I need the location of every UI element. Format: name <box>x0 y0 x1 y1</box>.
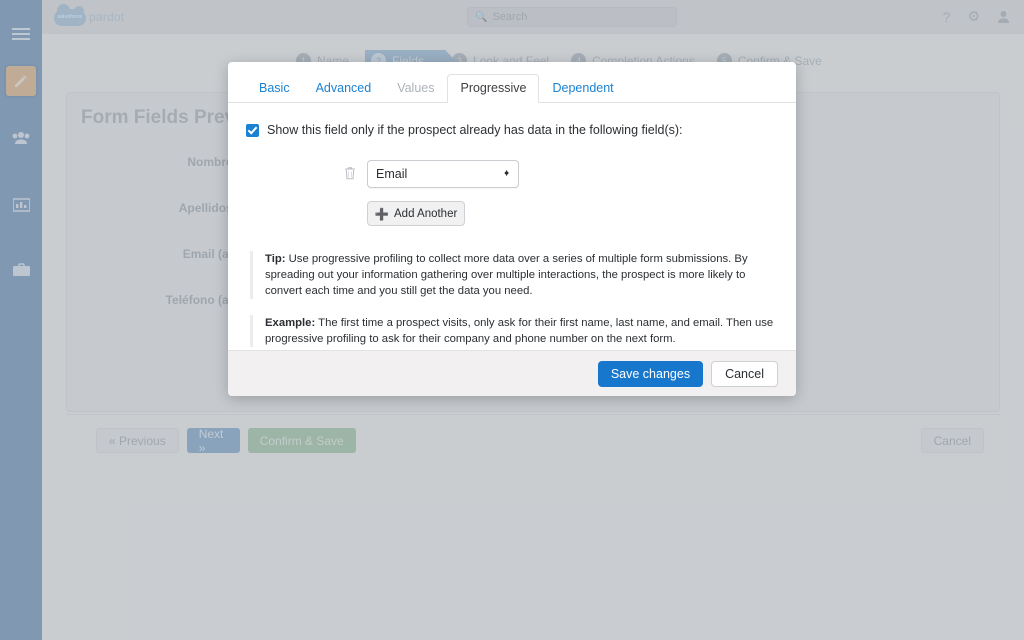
modal-footer: Save changes Cancel <box>228 350 796 396</box>
example-text: The first time a prospect visits, only a… <box>265 317 773 345</box>
example-note: Example: The first time a prospect visit… <box>250 315 778 347</box>
plus-circle-icon: ➕ <box>375 207 389 221</box>
example-title: Example: <box>265 317 315 329</box>
modal-cancel-button[interactable]: Cancel <box>711 361 778 387</box>
select-stepper-icon: ▲▼ <box>503 173 510 175</box>
progressive-field-select-value: Email <box>376 167 407 181</box>
tab-values: Values <box>384 74 447 103</box>
tab-progressive[interactable]: Progressive <box>447 74 539 103</box>
tab-advanced[interactable]: Advanced <box>303 74 385 103</box>
progressive-toggle-row[interactable]: Show this field only if the prospect alr… <box>246 123 778 137</box>
tip-text: Use progressive profiling to collect mor… <box>265 253 748 297</box>
add-another-label: Add Another <box>394 208 457 220</box>
modal-body: Show this field only if the prospect alr… <box>228 103 796 350</box>
delete-icon[interactable] <box>344 166 357 183</box>
field-settings-modal: Basic Advanced Values Progressive Depend… <box>228 62 796 396</box>
add-another-button[interactable]: ➕ Add Another <box>367 201 465 226</box>
save-changes-button[interactable]: Save changes <box>598 361 703 387</box>
tab-basic[interactable]: Basic <box>246 74 303 103</box>
progressive-checkbox[interactable] <box>246 124 259 137</box>
progressive-field-select[interactable]: Email ▲▼ <box>367 160 519 188</box>
progressive-checkbox-label: Show this field only if the prospect alr… <box>267 123 683 137</box>
tip-title: Tip: <box>265 253 286 265</box>
progressive-field-row: Email ▲▼ <box>344 160 778 188</box>
tab-dependent[interactable]: Dependent <box>539 74 626 103</box>
salesforce-wordmark: salesforce <box>58 14 83 20</box>
tip-note: Tip: Use progressive profiling to collec… <box>250 251 778 299</box>
modal-tabs: Basic Advanced Values Progressive Depend… <box>228 62 796 103</box>
